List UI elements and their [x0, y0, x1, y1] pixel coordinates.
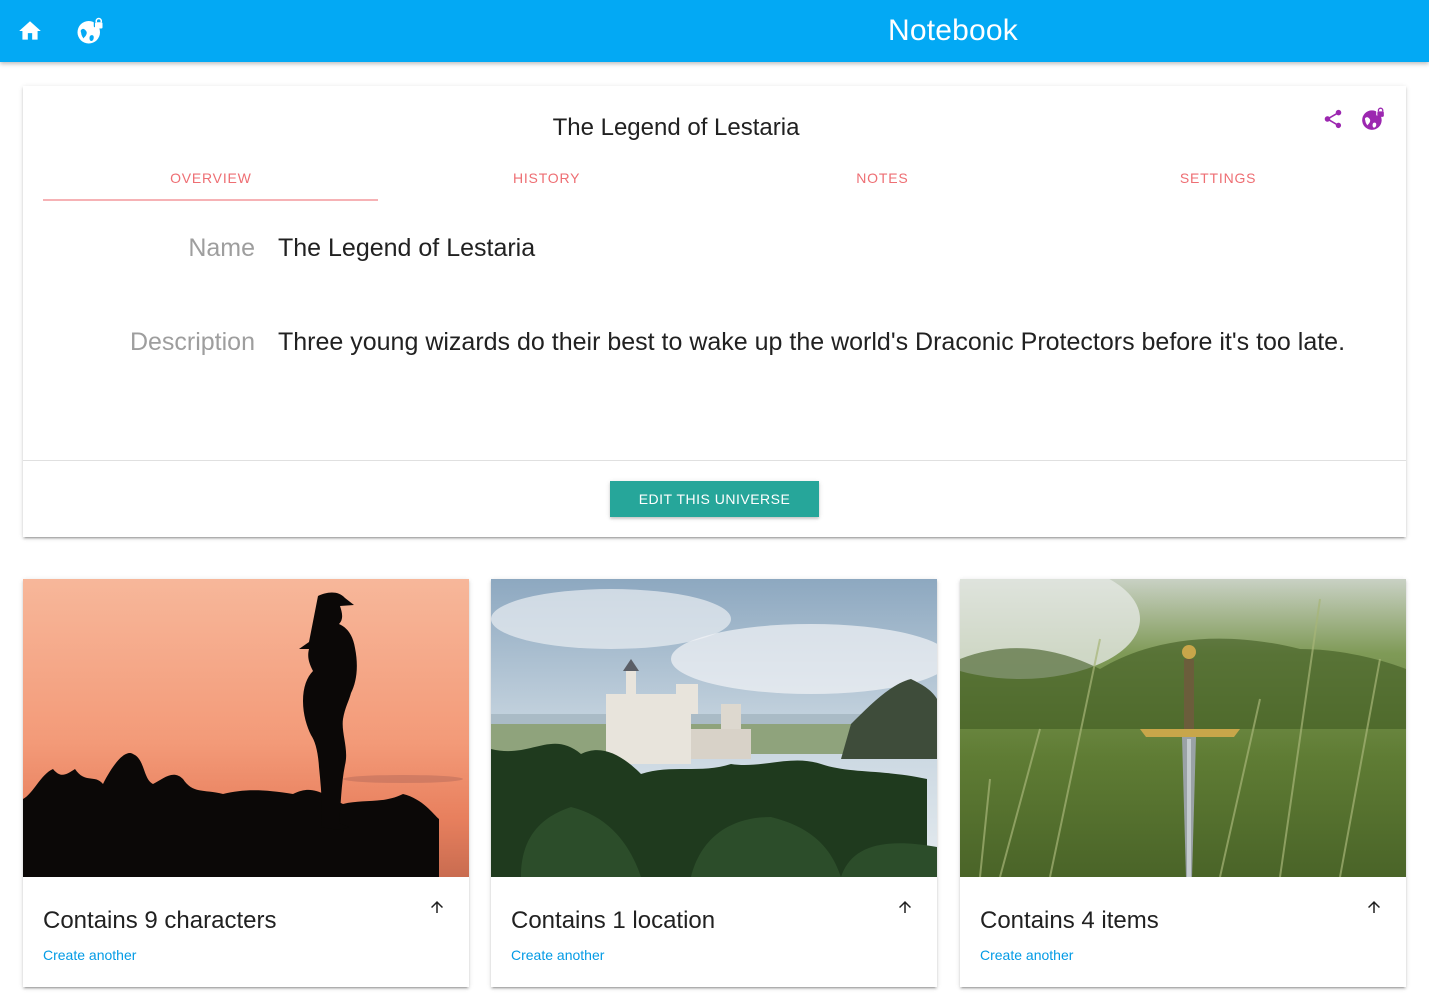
characters-card[interactable]: Contains 9 characters Create another [23, 579, 469, 987]
card-actions [1320, 106, 1386, 132]
globe-lock-icon[interactable] [1360, 106, 1386, 132]
top-navbar: Notebook [0, 0, 1429, 62]
arrow-up-icon[interactable] [893, 895, 917, 919]
tab-notes[interactable]: Notes [715, 158, 1051, 202]
field-label: Description [129, 328, 255, 356]
universe-title: The Legend of Lestaria [552, 114, 800, 141]
field-value: Three young wizards do their best to wak… [278, 328, 1346, 356]
card-count-text: Contains 9 characters [43, 907, 277, 934]
create-another-link[interactable]: Create another [511, 947, 604, 963]
universe-tabs: Overview History Notes Settings [43, 158, 1386, 202]
card-divider [23, 460, 1406, 461]
edit-universe-button[interactable]: Edit this universe [610, 481, 819, 517]
universe-card: The Legend of Lestaria Overview History … [23, 86, 1406, 537]
arrow-up-icon[interactable] [1362, 895, 1386, 919]
characters-image [23, 579, 469, 877]
app-brand[interactable]: Notebook [0, 0, 1429, 62]
create-another-link[interactable]: Create another [980, 947, 1073, 963]
field-label: Name [188, 234, 255, 262]
card-count-text: Contains 4 items [980, 907, 1159, 934]
field-value: The Legend of Lestaria [278, 234, 536, 262]
tab-settings[interactable]: Settings [1050, 158, 1386, 202]
tab-overview[interactable]: Overview [43, 158, 379, 202]
create-another-link[interactable]: Create another [43, 947, 136, 963]
locations-card[interactable]: Contains 1 location Create another [491, 579, 937, 987]
card-count-text: Contains 1 location [511, 907, 716, 934]
share-icon[interactable] [1320, 106, 1346, 132]
active-tab-indicator [43, 199, 378, 201]
tab-history[interactable]: History [379, 158, 715, 202]
arrow-up-icon[interactable] [425, 895, 449, 919]
items-card[interactable]: Contains 4 items Create another [960, 579, 1406, 987]
locations-image [491, 579, 937, 877]
items-image [960, 579, 1406, 877]
